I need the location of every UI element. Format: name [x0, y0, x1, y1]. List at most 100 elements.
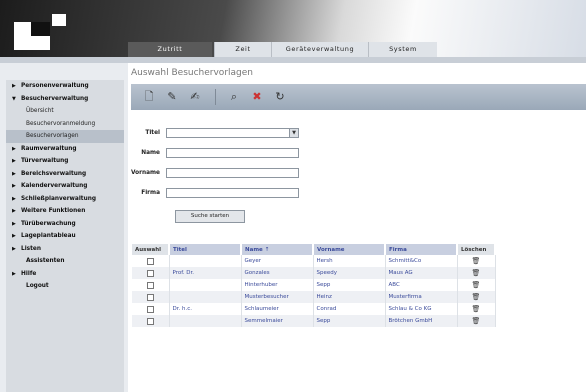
col-loeschen: Löschen — [457, 244, 496, 255]
trash-icon[interactable]: 🗑 — [472, 305, 481, 313]
table-row: Dr. h.c. Schlaumeier Conrad Schlau & Co … — [132, 303, 496, 315]
chevron-right-icon: ▶ — [12, 245, 16, 252]
sidebar-item-tuerueberwachung[interactable]: ▶ Türüberwachung — [6, 218, 124, 231]
sidebar-item-hilfe[interactable]: ▶ Hilfe — [6, 268, 124, 281]
row-titel — [169, 315, 242, 327]
app-header: Zutritt Zeit Geräteverwaltung System — [0, 0, 586, 57]
tab-system[interactable]: System — [368, 42, 437, 57]
table-row: Prof. Dr. Gonzales Speedy Maus AG 🗑 — [132, 267, 496, 279]
tab-zeit[interactable]: Zeit — [214, 42, 271, 57]
table-row: Geyer Hersh Schmitt&Co 🗑 — [132, 255, 496, 267]
chevron-right-icon: ▶ — [12, 183, 16, 189]
row-firma: Maus AG — [385, 267, 458, 279]
row-name[interactable]: Musterbesucher — [241, 291, 314, 303]
sidebar-item-kalenderverwaltung[interactable]: ▶ Kalenderverwaltung — [6, 180, 124, 193]
row-name[interactable]: Schlaumeier — [241, 303, 314, 315]
row-firma: Brötchen GmbH — [385, 315, 458, 327]
row-vorname: Hersh — [313, 255, 386, 267]
sidebar-item-raumverwaltung[interactable]: ▶ Raumverwaltung — [6, 143, 124, 156]
row-firma: Musterfirma — [385, 291, 458, 303]
name-label: Name — [141, 150, 160, 156]
chevron-right-icon: ▶ — [12, 233, 16, 239]
col-firma[interactable]: Firma — [385, 244, 458, 255]
row-vorname: Sepp — [313, 279, 386, 291]
refresh-icon[interactable]: ↻ — [272, 89, 288, 105]
sidebar-item-weitere-funktionen[interactable]: ▶ Weitere Funktionen — [6, 205, 124, 218]
chevron-right-icon: ▶ — [12, 195, 16, 202]
sidebar-item-personenverwaltung[interactable]: ▶ Personenverwaltung — [6, 80, 124, 93]
col-titel[interactable]: Titel — [169, 244, 242, 255]
row-firma: Schmitt&Co — [385, 255, 458, 267]
row-titel: Prof. Dr. — [169, 267, 242, 279]
chevron-right-icon: ▶ — [12, 158, 16, 164]
sidebar: ▶ Personenverwaltung ▼ Besucherverwaltung … — [6, 80, 124, 392]
row-vorname: Conrad — [313, 303, 386, 315]
row-name[interactable]: Semmelmaier — [241, 315, 314, 327]
sidebar-item-besuchervorlagen[interactable]: Besuchervorlagen — [6, 130, 124, 143]
toolbar-divider — [215, 89, 216, 105]
sidebar-item-logout[interactable]: Logout — [6, 280, 124, 293]
new-icon[interactable]: 🗋 — [141, 89, 157, 105]
titel-select[interactable]: ▼ — [166, 128, 299, 138]
chevron-down-icon[interactable]: ▼ — [289, 129, 298, 137]
row-checkbox[interactable] — [146, 257, 154, 265]
row-name[interactable]: Hinterhuber — [241, 279, 314, 291]
firma-input[interactable] — [166, 188, 299, 198]
chevron-down-icon: ▼ — [12, 95, 16, 102]
row-titel — [169, 291, 242, 303]
sidebar-item-listen[interactable]: ▶ Listen — [6, 243, 124, 256]
vorname-label: Vorname — [130, 170, 160, 176]
chevron-right-icon: ▶ — [12, 270, 16, 277]
chevron-right-icon: ▶ — [12, 83, 16, 89]
trash-icon[interactable]: 🗑 — [472, 293, 481, 301]
sidebar-item-bereichsverwaltung[interactable]: ▶ Bereichsverwaltung — [6, 168, 124, 181]
row-checkbox[interactable] — [146, 293, 154, 301]
sidebar-item-besuchervoranmeldung[interactable]: Besuchervoranmeldung — [6, 118, 124, 131]
edit-icon[interactable]: ✎ — [164, 89, 180, 105]
search-icon[interactable]: ⌕ — [226, 89, 242, 105]
sidebar-item-assistenten[interactable]: Assistenten — [6, 255, 124, 268]
sidebar-item-uebersicht[interactable]: Übersicht — [6, 105, 124, 118]
row-checkbox[interactable] — [146, 305, 154, 313]
name-input[interactable] — [166, 148, 299, 158]
row-checkbox[interactable] — [146, 281, 154, 289]
trash-icon[interactable]: 🗑 — [472, 281, 481, 289]
sidebar-item-schliessplanverwaltung[interactable]: ▶ Schließplanverwaltung — [6, 193, 124, 206]
chevron-right-icon: ▶ — [12, 170, 16, 177]
row-vorname: Heinz — [313, 291, 386, 303]
col-name[interactable]: Name ⇡ — [241, 244, 314, 255]
table-row: Hinterhuber Sepp ABC 🗑 — [132, 279, 496, 291]
table-header-row: Auswahl Titel Name ⇡ Vorname Firma Lösch… — [132, 244, 496, 255]
sidebar-item-lageplantableau[interactable]: ▶ Lageplantableau — [6, 230, 124, 243]
delete-icon[interactable]: ✖ — [249, 89, 265, 105]
row-name[interactable]: Geyer — [241, 255, 314, 267]
search-button[interactable]: Suche starten — [175, 210, 245, 223]
tab-geraeteverwaltung[interactable]: Geräteverwaltung — [271, 42, 368, 57]
main-content: Auswahl Besuchervorlagen 🗋 ✎ ✍ ⌕ ✖ ↻ Tit… — [128, 63, 586, 392]
trash-icon[interactable]: 🗑 — [472, 269, 481, 277]
row-checkbox[interactable] — [146, 317, 154, 325]
chevron-right-icon: ▶ — [12, 208, 16, 214]
chevron-right-icon: ▶ — [12, 145, 16, 152]
firma-label: Firma — [141, 190, 160, 196]
row-firma: ABC — [385, 279, 458, 291]
vorname-input[interactable] — [166, 168, 299, 178]
page-title: Auswahl Besuchervorlagen — [131, 68, 253, 78]
logo-notch — [31, 22, 50, 36]
logo-mark — [52, 14, 66, 26]
col-auswahl: Auswahl — [132, 244, 170, 255]
sidebar-item-tuerverwaltung[interactable]: ▶ Türverwaltung — [6, 155, 124, 168]
edit-multiple-icon[interactable]: ✍ — [187, 89, 203, 105]
trash-icon[interactable]: 🗑 — [472, 257, 481, 265]
titel-label: Titel — [145, 130, 160, 136]
trash-icon[interactable]: 🗑 — [472, 317, 481, 325]
chevron-right-icon: ▶ — [12, 220, 16, 227]
table-row: Musterbesucher Heinz Musterfirma 🗑 — [132, 291, 496, 303]
sidebar-item-besucherverwaltung[interactable]: ▼ Besucherverwaltung — [6, 93, 124, 106]
row-checkbox[interactable] — [146, 269, 154, 277]
row-vorname: Speedy — [313, 267, 386, 279]
row-name[interactable]: Gonzales — [241, 267, 314, 279]
row-titel — [169, 255, 242, 267]
col-vorname[interactable]: Vorname — [313, 244, 386, 255]
tab-zutritt[interactable]: Zutritt — [128, 42, 212, 57]
